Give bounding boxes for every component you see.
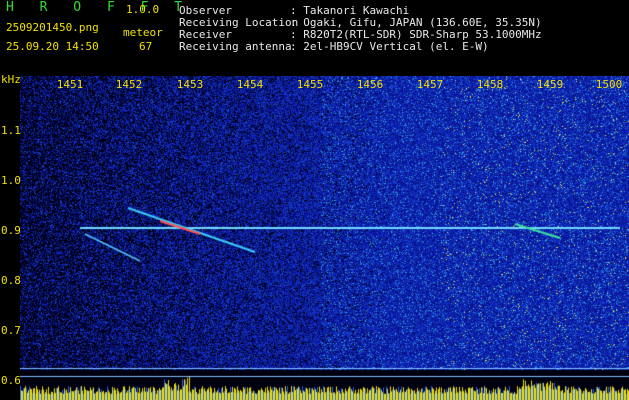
header-panel: H R O F F T 1.0.0 2509201450.png meteor …: [0, 0, 629, 74]
y-tick: 0.6: [1, 374, 21, 387]
time-axis: 1451 1452 1453 1454 1455 1456 1457 1458 …: [0, 78, 629, 92]
y-tick: 0.7: [1, 324, 21, 337]
y-tick: 1.1: [1, 124, 21, 137]
antenna-label: Receiving antenna: [179, 40, 292, 53]
x-tick: 1455: [296, 78, 324, 91]
y-tick: 0.9: [1, 224, 21, 237]
date-time: 25.09.20 14:50: [6, 40, 99, 53]
x-tick: 1459: [536, 78, 564, 91]
x-tick: 1456: [356, 78, 384, 91]
meteor-count: 67: [139, 40, 153, 53]
x-tick: 1500: [595, 78, 623, 91]
antenna-value: : 2el-HB9CV Vertical (el. E-W): [290, 40, 489, 53]
meteor-label: meteor: [123, 26, 163, 39]
x-tick: 1453: [176, 78, 204, 91]
spectrogram-plot: [20, 76, 629, 400]
y-tick: 1.0: [1, 174, 21, 187]
x-tick: 1457: [416, 78, 444, 91]
file-name: 2509201450.png: [6, 21, 99, 34]
app-version: 1.0.0: [126, 3, 160, 16]
x-tick: 1458: [476, 78, 504, 91]
app-name: H R O F F T: [6, 0, 192, 15]
x-tick: 1454: [236, 78, 264, 91]
y-tick: 0.8: [1, 274, 21, 287]
x-tick: 1452: [115, 78, 143, 91]
x-tick: 1451: [56, 78, 84, 91]
spectrogram-canvas: [20, 76, 629, 400]
